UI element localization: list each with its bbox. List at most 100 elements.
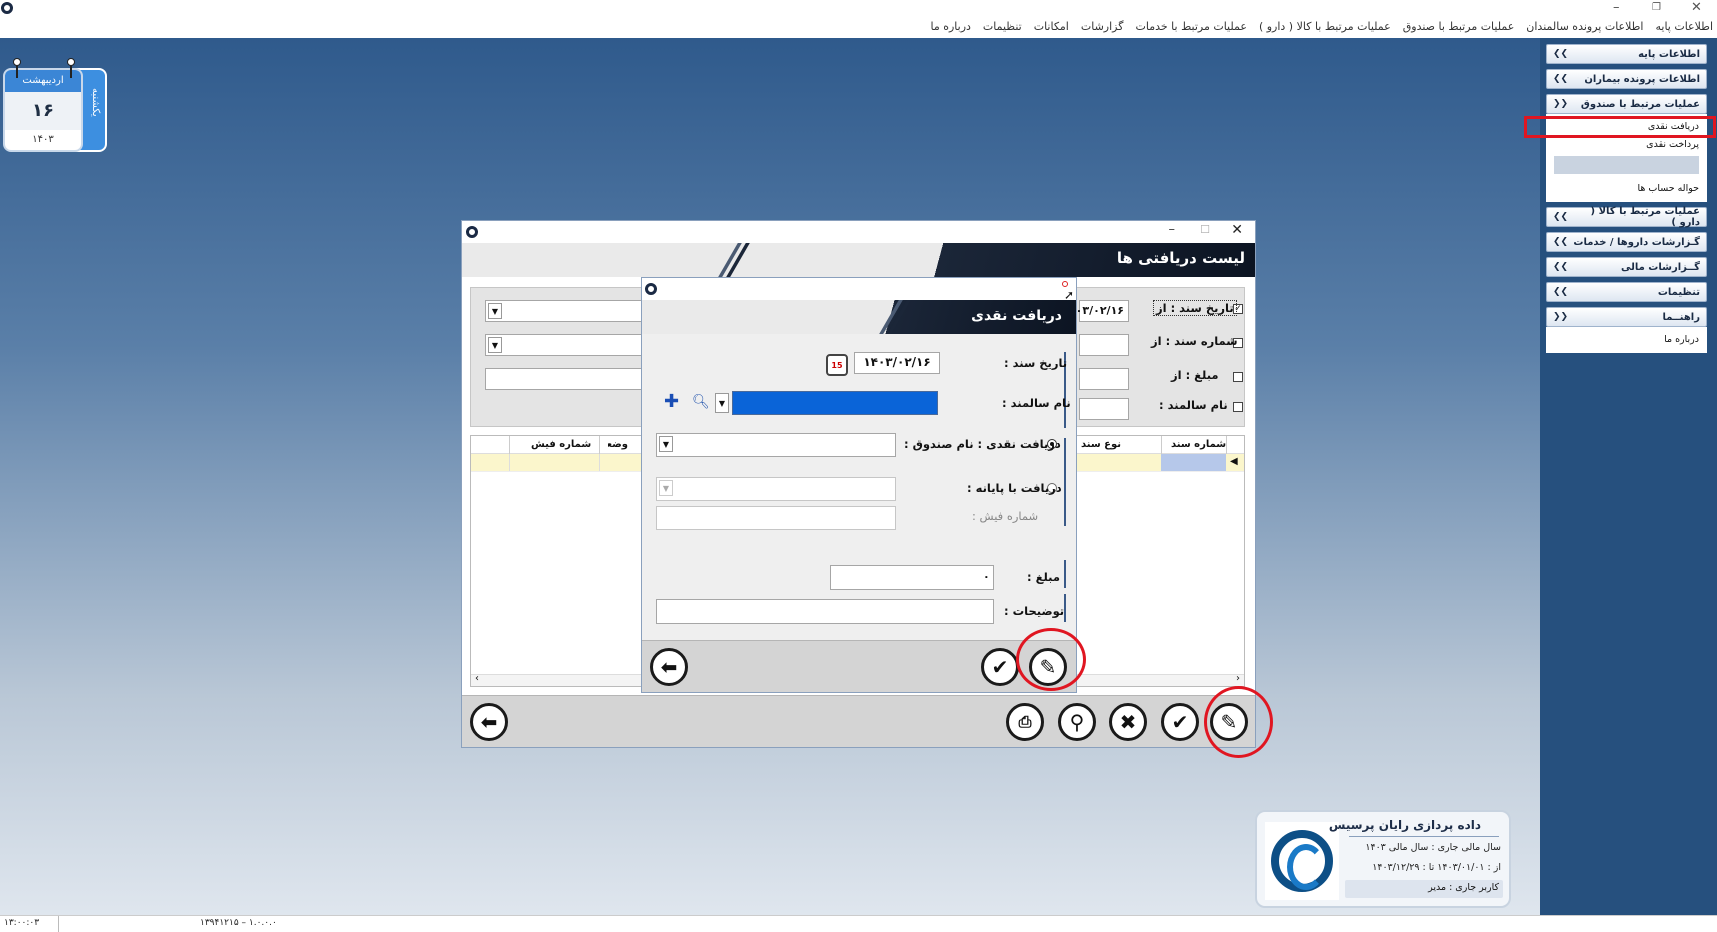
main-toolbar: ⬅ ⎙ ⚲ ✖ ✔ ✎ [462, 695, 1255, 747]
doc-no-from-input[interactable] [1079, 334, 1129, 356]
filter-combo-2[interactable]: ▼ [485, 334, 655, 356]
elder-name-label: نام سالمند : [1002, 396, 1071, 410]
cash-box-select[interactable]: ▼ [656, 433, 896, 457]
date-from-label: تاریخ سند : از [1153, 300, 1237, 316]
menu-about[interactable]: درباره ما [930, 20, 970, 33]
amount-input[interactable]: ۰ [830, 565, 994, 590]
description-input[interactable] [656, 599, 994, 624]
menu-service-operations[interactable]: عملیات مرتبط با خدمات [1135, 20, 1246, 33]
confirm-button[interactable]: ✔ [1161, 703, 1199, 741]
sidebar-header-basic-info[interactable]: اطلاعات پایه ❯❯ [1546, 44, 1707, 64]
sidebar-header-drug-reports[interactable]: گـزارشات داروها / خدمات ❯❯ [1546, 232, 1707, 252]
sidebar-header-help[interactable]: راهنــما ❮❮ [1546, 307, 1707, 327]
elder-name-select[interactable] [732, 391, 938, 415]
chevron-down-icon: ❯❯ [1553, 287, 1569, 297]
sidebar-header-patient-records[interactable]: اطلاعات پرونده بیماران ❯❯ [1546, 69, 1707, 89]
app-logo-icon [1, 2, 13, 14]
sidebar-item-account-transfer[interactable]: حواله حساب ها [1554, 180, 1699, 198]
fiscal-range: از : ۱۴۰۳/۰۱/۰۱ تا : ۱۴۰۳/۱۲/۲۹ [1372, 862, 1501, 873]
menu-facilities[interactable]: امکانات [1034, 20, 1069, 33]
dialog-title: دریافت نقدی [971, 308, 1062, 324]
company-name: داده پردازی رایان پرسیس [1328, 818, 1481, 832]
terminal-select[interactable]: ▼ [656, 477, 896, 501]
dialog-back-button[interactable]: ⬅ [650, 648, 688, 686]
chevron-down-icon[interactable]: ▼ [488, 303, 502, 319]
annotation-circle [1016, 628, 1086, 691]
printer-icon: ⎙ [1018, 712, 1032, 731]
main-close-button[interactable]: ✕ [1231, 222, 1243, 238]
sidebar-divider [1554, 156, 1699, 174]
column-receipt-no[interactable]: شماره فیش [531, 439, 591, 450]
add-icon[interactable]: ✚ [664, 391, 679, 412]
dialog-close-dot[interactable] [1062, 281, 1068, 287]
receipt-no-input[interactable] [656, 506, 896, 530]
fiscal-year: سال مالی جاری : سال مالی ۱۴۰۳ [1365, 842, 1501, 853]
cash-box-label: دریافت نقدی : نام صندوق : [904, 437, 1061, 451]
chevron-down-icon: ❯❯ [1553, 212, 1569, 222]
current-user: کاربر جاری : مدیر [1345, 880, 1503, 898]
column-doc-no[interactable]: شماره سند [1171, 439, 1226, 450]
chevron-up-icon: ❮❮ [1553, 312, 1569, 322]
scroll-left-icon[interactable]: ‹ [475, 673, 479, 684]
scroll-right-icon[interactable]: › [1236, 673, 1240, 684]
filter-combo-1[interactable]: ▼ [485, 300, 655, 322]
sidebar-item-cash-payment[interactable]: پرداخت نقدی [1554, 136, 1699, 154]
menu-bar: اطلاعات پایه اطلاعات پرونده سالمندان عمل… [0, 18, 1717, 38]
main-minimize-button[interactable]: – [1169, 222, 1176, 237]
menu-reports[interactable]: گزارشات [1081, 20, 1124, 33]
dialog-toolbar: ⬅ ✔ ✎ [642, 640, 1076, 692]
calendar-widget[interactable]: یکشنبه اردیبهشت ۱۶ ۱۴۰۳ [3, 58, 107, 152]
search-icon[interactable]: 🔍︎ [692, 394, 710, 410]
sidebar-header-fund-operations[interactable]: عملیات مرتبط با صندوق ❮❮ [1546, 94, 1707, 114]
close-button[interactable]: ✕ [1691, 0, 1702, 15]
amount-from-input[interactable] [1079, 368, 1129, 390]
search-button[interactable]: ⚲ [1058, 703, 1096, 741]
sidebar-header-financial-reports[interactable]: گــزارشات مالی ❯❯ [1546, 257, 1707, 277]
dialog-logo-icon [645, 283, 657, 295]
terminal-label: دریافت با پایانه : [967, 481, 1062, 495]
chevron-down-icon[interactable]: ▼ [488, 337, 502, 353]
menu-fund-operations[interactable]: عملیات مرتبط با صندوق [1403, 20, 1515, 33]
column-doc-type[interactable]: نوع سند [1081, 439, 1121, 450]
status-bar: ۱۳:۰۰:۰۳ ۱۳۹۴۱۲۱۵ – ۱.۰.۰.۰ [0, 915, 1717, 932]
chevron-down-icon[interactable]: ▼ [715, 393, 729, 413]
delete-button[interactable]: ✖ [1109, 703, 1147, 741]
dialog-form: تاریخ سند : ۱۴۰۳/۰۲/۱۶ 15 نام سالمند : ▼… [642, 334, 1076, 640]
status-version: ۱۳۹۴۱۲۱۵ – ۱.۰.۰.۰ [200, 918, 277, 928]
calendar-icon[interactable]: 15 [826, 354, 848, 376]
column-status[interactable]: وضعیت [608, 439, 628, 450]
amount-filter-checkbox[interactable] [1233, 372, 1243, 382]
close-icon: ✖ [1119, 710, 1137, 734]
print-button[interactable]: ⎙ [1006, 703, 1044, 741]
calendar-year: ۱۴۰۳ [32, 134, 54, 145]
restore-button[interactable]: ❐ [1652, 2, 1661, 13]
doc-date-input[interactable]: ۱۴۰۳/۰۲/۱۶ [854, 352, 940, 374]
menu-settings[interactable]: تنظیمات [983, 20, 1022, 33]
sidebar-item-about[interactable]: درباره ما [1554, 331, 1699, 349]
sidebar-header-goods-operations[interactable]: عملیات مرتبط با کالا ( دارو ) ❯❯ [1546, 206, 1707, 228]
row-pointer-icon: ◀ [1230, 456, 1238, 467]
company-info-card: داده پردازی رایان پرسیس سال مالی جاری : … [1255, 810, 1511, 908]
annotation-circle [1204, 686, 1273, 758]
chevron-down-icon: ❯❯ [1553, 49, 1569, 59]
chevron-down-icon[interactable]: ▼ [659, 436, 673, 452]
menu-basic-info[interactable]: اطلاعات پایه [1655, 20, 1713, 33]
window-logo-icon [466, 226, 478, 238]
doc-date-label: تاریخ سند : [1004, 356, 1068, 370]
chevron-down-icon[interactable]: ▼ [659, 480, 673, 496]
menu-goods-operations[interactable]: عملیات مرتبط با کالا ( دارو ) [1259, 20, 1391, 33]
chevron-down-icon: ❯❯ [1553, 237, 1569, 247]
filter-text-3[interactable] [485, 368, 655, 390]
date-from-input[interactable]: ۱۴۰۳/۰۲/۱۶ [1062, 300, 1129, 322]
arrow-left-icon: ⬅ [660, 655, 678, 679]
minimize-button[interactable]: – [1613, 0, 1620, 15]
sidebar-header-settings[interactable]: تنظیمات ❯❯ [1546, 282, 1707, 302]
menu-elderly-records[interactable]: اطلاعات پرونده سالمندان [1526, 20, 1643, 33]
company-logo [1265, 822, 1339, 900]
elder-name-input[interactable] [1079, 398, 1129, 420]
check-icon: ✔ [1171, 710, 1189, 734]
dialog-confirm-button[interactable]: ✔ [981, 648, 1019, 686]
main-maximize-button[interactable]: ☐ [1200, 223, 1210, 236]
elder-name-filter-checkbox[interactable] [1233, 402, 1243, 412]
back-button[interactable]: ⬅ [470, 703, 508, 741]
